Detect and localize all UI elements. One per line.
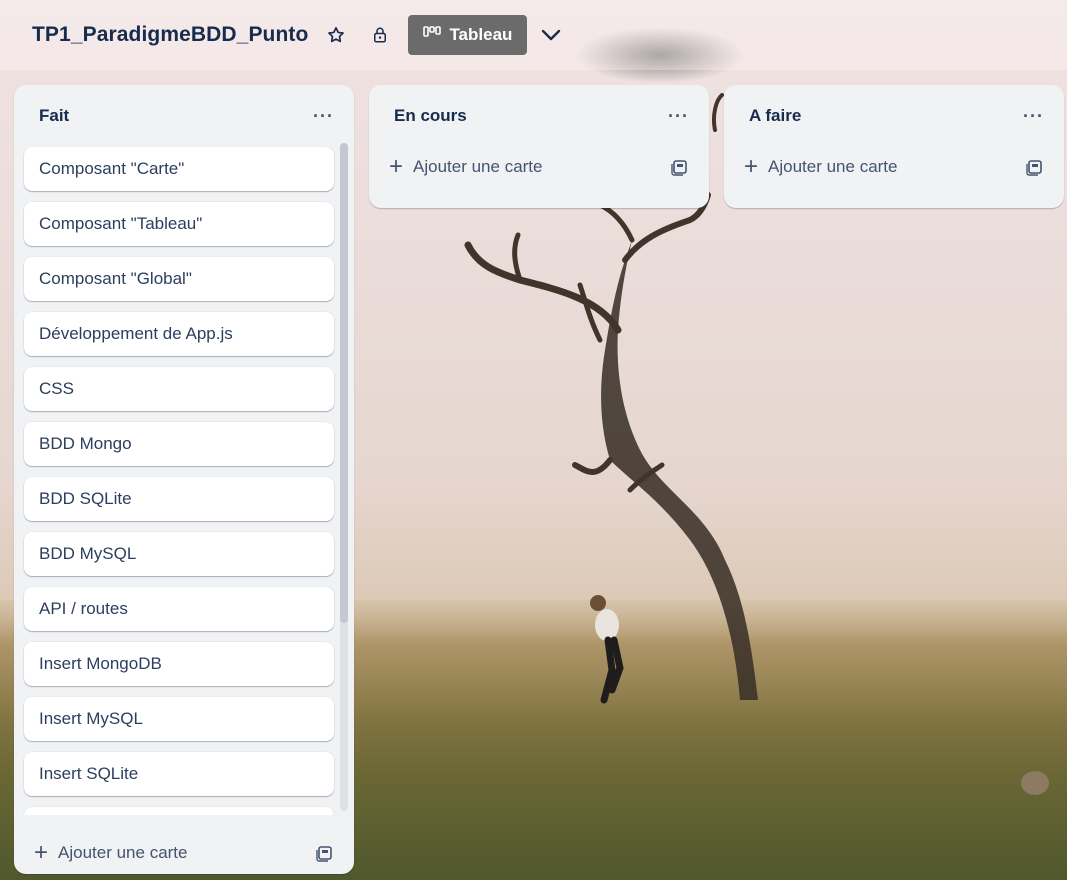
card[interactable]: CSS: [24, 367, 334, 411]
list-header: A faire ···: [724, 85, 1064, 147]
card[interactable]: Composant "Tableau": [24, 202, 334, 246]
card[interactable]: Insert SQLite: [24, 752, 334, 796]
list-fait: Fait ··· Composant "Carte" Composant "Ta…: [14, 85, 354, 874]
card[interactable]: API / routes: [24, 587, 334, 631]
board-title[interactable]: TP1_ParadigmeBDD_Punto: [32, 23, 308, 47]
card[interactable]: Composant "Carte": [24, 147, 334, 191]
plus-icon: +: [34, 839, 49, 866]
add-card-label: Ajouter une carte: [58, 843, 188, 862]
add-card-button[interactable]: + Ajouter une carte: [14, 833, 354, 873]
list-title[interactable]: Fait: [39, 106, 69, 126]
card[interactable]: BDD SQLite: [24, 477, 334, 521]
card-template-icon[interactable]: [1026, 158, 1044, 176]
list-header: En cours ···: [369, 85, 709, 147]
card[interactable]: Développement de App.js: [24, 312, 334, 356]
list-title[interactable]: A faire: [749, 106, 801, 126]
list-menu-icon[interactable]: ···: [668, 107, 689, 125]
add-card-button[interactable]: + Ajouter une carte: [369, 147, 709, 187]
board-view-button[interactable]: Tableau: [408, 15, 528, 55]
card[interactable]: Composant "Global": [24, 257, 334, 301]
plus-icon: +: [744, 153, 759, 180]
list-en-cours: En cours ··· + Ajouter une carte: [369, 85, 709, 208]
add-card-button[interactable]: + Ajouter une carte: [724, 147, 1064, 187]
list-scrollbar-thumb[interactable]: [340, 143, 348, 623]
add-card-label: Ajouter une carte: [768, 157, 898, 176]
list-menu-icon[interactable]: ···: [313, 107, 334, 125]
card-partial[interactable]: [24, 807, 334, 815]
card[interactable]: Insert MySQL: [24, 697, 334, 741]
lock-icon[interactable]: [364, 19, 396, 51]
card-list: Composant "Carte" Composant "Tableau" Co…: [14, 147, 354, 815]
card-template-icon[interactable]: [671, 158, 689, 176]
board-header: TP1_ParadigmeBDD_Punto Tableau: [0, 0, 1067, 70]
list-a-faire: A faire ··· + Ajouter une carte: [724, 85, 1064, 208]
board-view-label: Tableau: [449, 25, 513, 44]
star-icon[interactable]: [320, 19, 352, 51]
list-menu-icon[interactable]: ···: [1023, 107, 1044, 125]
card[interactable]: Insert MongoDB: [24, 642, 334, 686]
list-header: Fait ···: [14, 85, 354, 147]
add-card-label: Ajouter une carte: [413, 157, 543, 176]
chevron-down-icon[interactable]: [539, 23, 563, 47]
card[interactable]: BDD MySQL: [24, 532, 334, 576]
plus-icon: +: [389, 153, 404, 180]
card-template-icon[interactable]: [316, 844, 334, 862]
list-title[interactable]: En cours: [394, 106, 467, 126]
list-scrollbar[interactable]: [340, 143, 348, 811]
card[interactable]: BDD Mongo: [24, 422, 334, 466]
board-view-icon: [423, 25, 442, 45]
